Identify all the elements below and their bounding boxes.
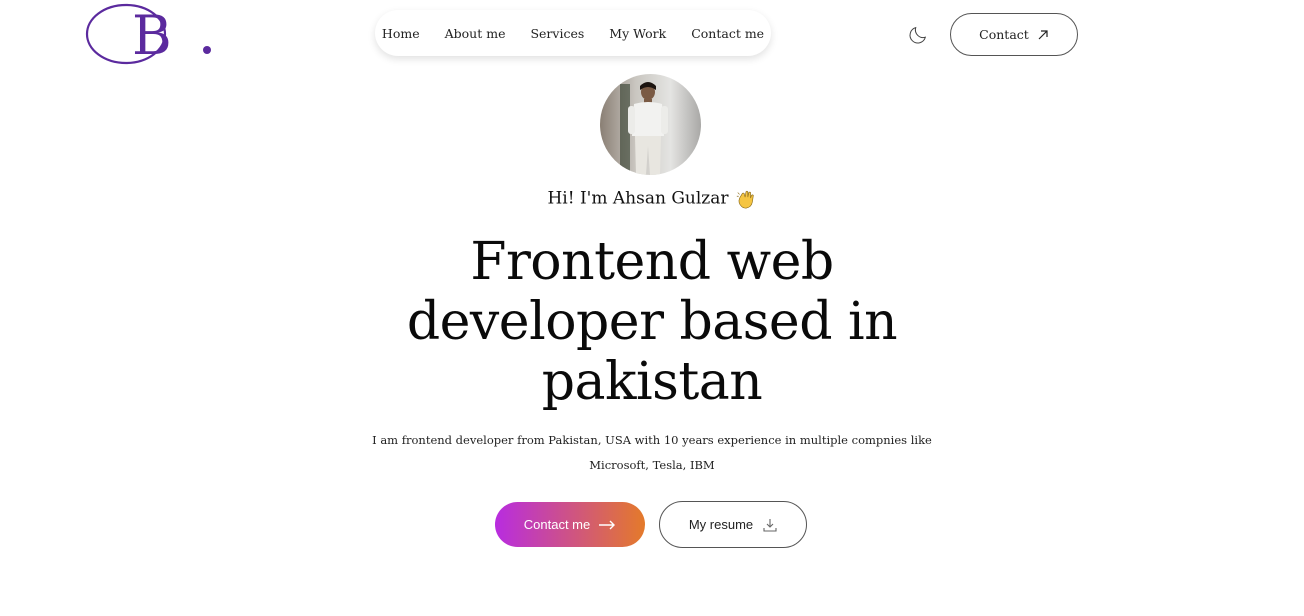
my-resume-button[interactable]: My resume	[659, 501, 807, 548]
nav-about-me[interactable]: About me	[445, 26, 506, 41]
hero-description: I am frontend developer from Pakistan, U…	[0, 428, 1304, 478]
logo[interactable]: B	[84, 2, 218, 68]
download-icon	[763, 518, 777, 532]
nav-home[interactable]: Home	[382, 26, 420, 41]
hero-greeting: Hi! I'm Ahsan Gulzar	[0, 188, 1304, 210]
nav-services[interactable]: Services	[530, 26, 584, 41]
hero-headline: Frontend web developer based in pakistan	[0, 232, 1304, 412]
arrow-up-right-icon	[1038, 29, 1048, 39]
headline-line-1: Frontend web	[470, 232, 834, 292]
waving-hand-icon	[735, 188, 757, 210]
contact-button[interactable]: Contact	[950, 13, 1078, 56]
logo-mark: B	[85, 3, 211, 67]
theme-toggle-button[interactable]	[907, 24, 929, 46]
description-line-1: I am frontend developer from Pakistan, U…	[372, 433, 932, 447]
nav-my-work[interactable]: My Work	[609, 26, 666, 41]
contact-button-label: Contact	[979, 27, 1029, 42]
description-line-2: Microsoft, Tesla, IBM	[589, 458, 715, 472]
main-nav: Home About me Services My Work Contact m…	[375, 10, 771, 56]
arrow-right-icon	[599, 520, 616, 529]
nav-contact-me[interactable]: Contact me	[691, 26, 764, 41]
logo-letter: B	[132, 4, 172, 67]
contact-me-label: Contact me	[523, 517, 591, 532]
contact-me-button[interactable]: Contact me	[495, 502, 645, 547]
my-resume-label: My resume	[688, 517, 754, 532]
moon-icon	[909, 26, 927, 44]
headline-line-2: developer based in	[406, 292, 898, 352]
headline-line-3: pakistan	[541, 352, 763, 412]
greeting-text: Hi! I'm Ahsan Gulzar	[547, 188, 729, 209]
avatar	[600, 74, 701, 175]
